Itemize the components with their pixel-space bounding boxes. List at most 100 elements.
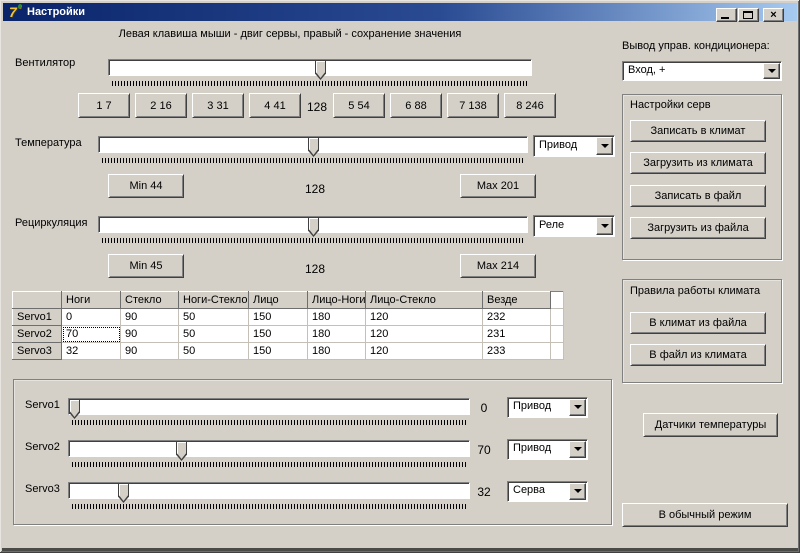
table-cell[interactable]: 180: [308, 309, 366, 326]
temperature-sensors-button[interactable]: Датчики температуры: [643, 413, 778, 437]
temperature-label: Температура: [15, 137, 82, 149]
fan-preset-button-2[interactable]: 2 16: [135, 93, 187, 118]
recirculation-mode-select[interactable]: Реле: [533, 215, 615, 237]
servo1-mode-value: Привод: [513, 400, 551, 412]
table-cell[interactable]: 90: [121, 326, 179, 343]
table-row: Servo3 32 90 50 150 180 120 233: [13, 343, 564, 360]
table-cell[interactable]: 0: [62, 309, 121, 326]
table-corner-cell: [13, 292, 62, 309]
chevron-down-icon: [574, 447, 582, 451]
column-header: Ноги-Стекло: [179, 292, 249, 309]
temperature-value: 128: [295, 182, 335, 196]
servo2-label: Servo2: [25, 441, 60, 453]
table-cell[interactable]: 180: [308, 343, 366, 360]
servo1-slider-ticks: [72, 420, 466, 425]
fan-preset-button-8[interactable]: 8 246: [504, 93, 556, 118]
ac-output-value: Вход, +: [628, 64, 665, 76]
temperature-slider-ticks: [102, 158, 525, 163]
app-icon: 7: [9, 4, 25, 20]
fan-preset-button-1[interactable]: 1 7: [78, 93, 130, 118]
write-to-climate-button[interactable]: Записать в климат: [630, 120, 766, 142]
fan-preset-button-7[interactable]: 7 138: [447, 93, 499, 118]
table-cell[interactable]: 32: [62, 343, 121, 360]
table-filler-cell: [551, 309, 564, 326]
servo1-value: 0: [470, 401, 498, 415]
load-from-climate-button[interactable]: Загрузить из климата: [630, 152, 766, 174]
column-header: Лицо-Стекло: [366, 292, 483, 309]
normal-mode-button[interactable]: В обычный режим: [622, 503, 788, 527]
table-filler-cell: [551, 326, 564, 343]
temperature-max-button[interactable]: Max 201: [460, 174, 536, 198]
servo1-label: Servo1: [25, 399, 60, 411]
temperature-min-button[interactable]: Min 44: [108, 174, 184, 198]
table-cell[interactable]: 120: [366, 343, 483, 360]
column-header: Стекло: [121, 292, 179, 309]
temperature-mode-select[interactable]: Привод: [533, 135, 615, 157]
temperature-slider-thumb[interactable]: [308, 137, 319, 157]
table-cell[interactable]: 90: [121, 343, 179, 360]
column-header: Лицо-Ноги: [308, 292, 366, 309]
table-cell[interactable]: 120: [366, 326, 483, 343]
fan-preset-button-5[interactable]: 5 54: [333, 93, 385, 118]
servo2-mode-dropdown-button[interactable]: [569, 441, 586, 458]
maximize-button[interactable]: [738, 8, 759, 22]
servo3-mode-value: Серва: [513, 484, 545, 496]
fan-preset-button-4[interactable]: 4 41: [249, 93, 301, 118]
load-from-file-button[interactable]: Загрузить из файла: [630, 217, 766, 239]
table-cell[interactable]: 150: [249, 343, 308, 360]
column-header: Лицо: [249, 292, 308, 309]
servo1-mode-dropdown-button[interactable]: [569, 399, 586, 416]
column-header: Везде: [483, 292, 551, 309]
table-filler-cell: [551, 343, 564, 360]
table-cell[interactable]: 50: [179, 326, 249, 343]
chevron-down-icon: [601, 224, 609, 228]
table-cell[interactable]: 50: [179, 343, 249, 360]
recirculation-max-button[interactable]: Max 214: [460, 254, 536, 278]
table-cell-selected[interactable]: 70: [62, 326, 121, 343]
file-from-climate-button[interactable]: В файл из климата: [630, 344, 766, 366]
servo1-slider-thumb[interactable]: [69, 399, 80, 419]
column-header: Ноги: [62, 292, 121, 309]
servo2-slider-thumb[interactable]: [176, 441, 187, 461]
ac-output-dropdown-button[interactable]: [763, 63, 780, 79]
recirculation-slider-thumb[interactable]: [308, 217, 319, 237]
table-cell[interactable]: 232: [483, 309, 551, 326]
window-title: Настройки: [27, 6, 85, 18]
table-cell[interactable]: 150: [249, 326, 308, 343]
table-cell[interactable]: 90: [121, 309, 179, 326]
servo1-slider-track[interactable]: [68, 398, 470, 415]
climate-from-file-button[interactable]: В климат из файла: [630, 312, 766, 334]
chevron-down-icon: [574, 489, 582, 493]
servo3-slider-ticks: [72, 504, 466, 509]
temperature-mode-value: Привод: [539, 139, 577, 151]
table-cell[interactable]: 231: [483, 326, 551, 343]
servo-table: Ноги Стекло Ноги-Стекло Лицо Лицо-Ноги Л…: [12, 291, 564, 360]
write-to-file-button[interactable]: Записать в файл: [630, 185, 766, 207]
recirculation-mode-dropdown-button[interactable]: [596, 217, 613, 235]
table-cell[interactable]: 50: [179, 309, 249, 326]
table-cell[interactable]: 180: [308, 326, 366, 343]
servo3-slider-thumb[interactable]: [118, 483, 129, 503]
close-button[interactable]: ×: [763, 8, 784, 22]
servo3-mode-select[interactable]: Серва: [507, 481, 588, 502]
fan-slider-thumb[interactable]: [315, 60, 326, 80]
servo3-mode-dropdown-button[interactable]: [569, 483, 586, 500]
fan-label: Вентилятор: [15, 57, 75, 69]
table-cell[interactable]: 120: [366, 309, 483, 326]
servo3-label: Servo3: [25, 483, 60, 495]
table-cell[interactable]: 233: [483, 343, 551, 360]
mouse-hint-label: Левая клавиша мыши - двиг сервы, правый …: [60, 28, 520, 40]
servo2-value: 70: [470, 443, 498, 457]
servo2-slider-track[interactable]: [68, 440, 470, 457]
recirculation-min-button[interactable]: Min 45: [108, 254, 184, 278]
table-cell[interactable]: 150: [249, 309, 308, 326]
servo2-mode-select[interactable]: Привод: [507, 439, 588, 460]
title-bar[interactable]: 7 Настройки ×: [3, 3, 797, 21]
minimize-button[interactable]: [716, 8, 737, 22]
fan-preset-button-6[interactable]: 6 88: [390, 93, 442, 118]
ac-output-select[interactable]: Вход, +: [622, 61, 782, 81]
maximize-icon: [743, 11, 753, 19]
servo1-mode-select[interactable]: Привод: [507, 397, 588, 418]
fan-preset-button-3[interactable]: 3 31: [192, 93, 244, 118]
temperature-mode-dropdown-button[interactable]: [596, 137, 613, 155]
